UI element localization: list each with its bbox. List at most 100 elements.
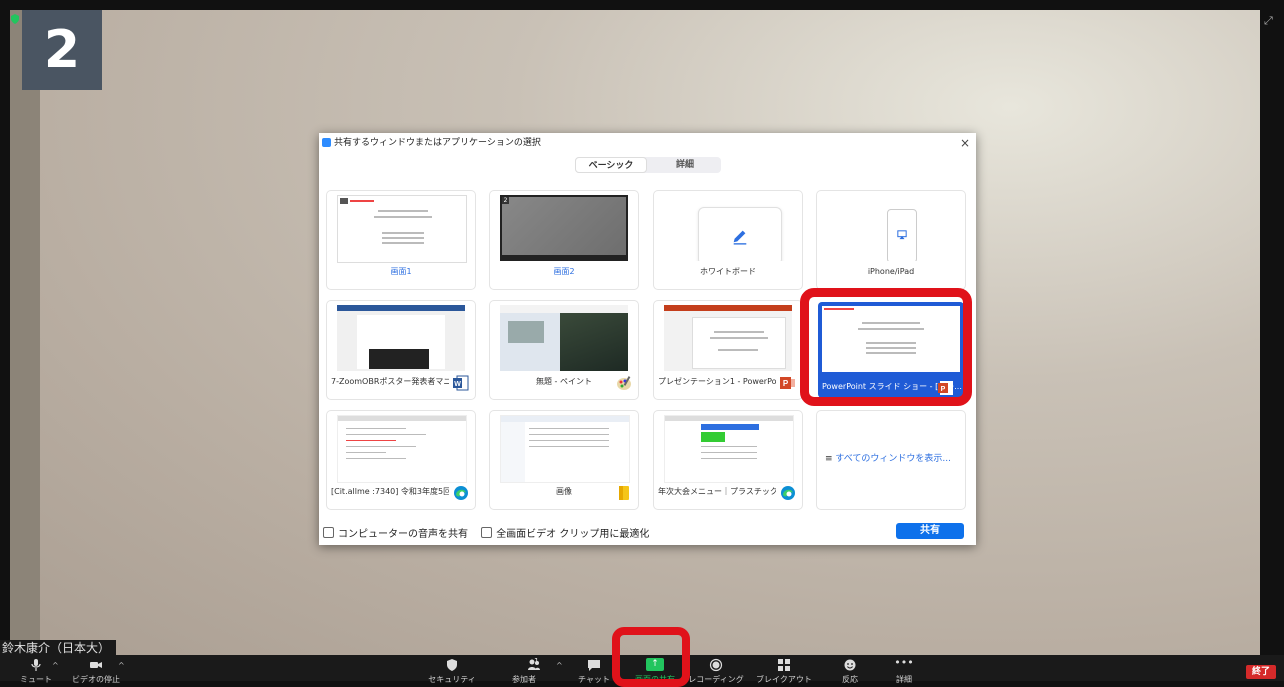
- chat-icon: [588, 660, 600, 671]
- share-tile-iphone-ipad[interactable]: iPhone/iPad: [816, 190, 966, 290]
- end-meeting-button[interactable]: 終了: [1246, 665, 1276, 679]
- microphone-icon: [31, 659, 41, 671]
- participants-chevron-icon[interactable]: ^: [556, 661, 563, 670]
- security-label: セキュリティ: [428, 675, 476, 684]
- share-screen-button[interactable]: ↑ 画面の共有: [627, 655, 683, 684]
- share-audio-label: コンピューターの音声を共有: [338, 529, 468, 540]
- edge-window-1-thumbnail: [337, 415, 467, 483]
- powerpoint-icon: P: [780, 377, 795, 389]
- meeting-toolbar: ミュート ^ ビデオの停止 ^ セキュリティ 1 参加者 ^ チャット ↑ 画面…: [0, 655, 1284, 684]
- mute-label: ミュート: [20, 675, 52, 684]
- tab-basic[interactable]: ベーシック: [575, 157, 647, 173]
- pencil-icon: [733, 230, 747, 245]
- screen-1-thumbnail: [337, 195, 467, 263]
- zoom-app-icon: [322, 138, 331, 147]
- share-audio-option[interactable]: コンピューターの音声を共有: [323, 525, 468, 540]
- share-tile-screen-2[interactable]: 2 画面2: [489, 190, 639, 290]
- iphone-ipad-thumbnail: [827, 195, 955, 261]
- more-label: 詳細: [896, 675, 912, 684]
- edge-icon: [781, 486, 795, 500]
- share-tile-edge-window-1[interactable]: [Cit.allme :7340] 令和3年度5回...: [326, 410, 476, 510]
- optimize-video-label: 全画面ビデオ クリップ用に最適化: [496, 529, 650, 540]
- record-button[interactable]: レコーディング: [688, 655, 744, 684]
- show-all-windows-link[interactable]: ≡ すべてのウィンドウを表示...: [825, 451, 951, 464]
- edge-window-2-thumbnail: [664, 415, 794, 483]
- paint-window-thumbnail: [500, 305, 628, 371]
- participant-name-label: 鈴木康介（日本大）: [0, 640, 117, 656]
- share-tile-powerpoint-slideshow[interactable]: PowerPoint スライド ショー - [プレ... P: [816, 300, 966, 400]
- show-all-windows-label: すべてのウィンドウを表示...: [835, 454, 951, 464]
- reactions-label: 反応: [842, 675, 858, 684]
- step-number-badge: 2: [22, 10, 102, 90]
- stop-video-label: ビデオの停止: [72, 675, 120, 684]
- svg-text:P: P: [941, 386, 946, 393]
- screen-2-thumbnail: 2: [500, 195, 628, 261]
- tile-label: ホワイトボード: [700, 267, 756, 276]
- video-edge: [10, 10, 40, 655]
- word-window-thumbnail: [337, 305, 465, 371]
- share-screen-dialog: 共有するウィンドウまたはアプリケーションの選択 × ベーシック 詳細 画面1 2…: [319, 133, 976, 545]
- stop-video-button[interactable]: ビデオの停止: [68, 655, 124, 684]
- tile-label: 画像: [556, 487, 572, 496]
- participants-label: 参加者: [512, 675, 536, 684]
- share-options: コンピューターの音声を共有 全画面ビデオ クリップ用に最適化: [323, 525, 659, 541]
- share-tile-word-window[interactable]: 7-ZoomOBRポスター発表者マニュ... W: [326, 300, 476, 400]
- participants-count: 1: [534, 657, 540, 666]
- paint-icon: [617, 376, 631, 390]
- breakout-rooms-icon: [778, 659, 790, 671]
- share-audio-checkbox[interactable]: [323, 527, 334, 538]
- whiteboard-thumbnail: [664, 195, 792, 261]
- share-tile-edge-window-2[interactable]: 年次大会メニュー｜プラスチック成...: [653, 410, 803, 510]
- tile-label: 画面2: [553, 267, 575, 276]
- tile-label: プレゼンテーション1 - PowerPoint: [658, 377, 776, 386]
- share-screen-label: 画面の共有: [635, 675, 675, 684]
- share-tile-whiteboard[interactable]: ホワイトボード: [653, 190, 803, 290]
- powerpoint-icon: P: [938, 381, 953, 395]
- encryption-shield-icon[interactable]: [10, 14, 20, 24]
- powerpoint-window-thumbnail: [664, 305, 792, 371]
- breakout-rooms-button[interactable]: ブレイクアウトルーム: [756, 655, 812, 684]
- optimize-video-checkbox[interactable]: [481, 527, 493, 538]
- share-tile-powerpoint-window[interactable]: プレゼンテーション1 - PowerPoint P: [653, 300, 803, 400]
- svg-text:P: P: [783, 379, 789, 388]
- record-label: レコーディング: [688, 675, 744, 684]
- share-screen-arrow-icon: ↑: [646, 658, 664, 671]
- close-button[interactable]: ×: [960, 133, 970, 153]
- fullscreen-expand-icon[interactable]: ⤢: [1264, 14, 1276, 27]
- explorer-window-thumbnail: [500, 415, 630, 483]
- reactions-button[interactable]: 反応: [822, 655, 878, 684]
- tile-label: 年次大会メニュー｜プラスチック成...: [658, 487, 776, 496]
- emoji-icon: [844, 659, 856, 671]
- share-button[interactable]: 共有: [896, 523, 964, 539]
- chat-label: チャット: [578, 675, 610, 684]
- share-tile-explorer-window[interactable]: 画像: [489, 410, 639, 510]
- security-button[interactable]: セキュリティ: [424, 655, 480, 684]
- record-icon: [709, 658, 723, 672]
- optimize-video-option[interactable]: 全画面ビデオ クリップ用に最適化: [481, 525, 649, 540]
- video-camera-icon: [90, 662, 102, 668]
- edge-icon: [454, 486, 468, 500]
- breakout-rooms-label: ブレイクアウトルーム: [756, 675, 812, 684]
- tile-label: 画面1: [390, 267, 412, 276]
- more-button[interactable]: ••• 詳細: [876, 655, 932, 684]
- list-icon: ≡: [825, 454, 836, 464]
- tile-label: 無題 - ペイント: [536, 377, 592, 386]
- audio-options-chevron-icon[interactable]: ^: [52, 661, 59, 670]
- share-tile-screen-1[interactable]: 画面1: [326, 190, 476, 290]
- folder-icon: [619, 486, 629, 500]
- dialog-titlebar: 共有するウィンドウまたはアプリケーションの選択 ×: [319, 133, 976, 153]
- chat-button[interactable]: チャット: [566, 655, 622, 684]
- tile-label: 7-ZoomOBRポスター発表者マニュ...: [331, 377, 449, 386]
- share-mode-tabs: ベーシック 詳細: [575, 157, 721, 173]
- video-options-chevron-icon[interactable]: ^: [118, 661, 125, 670]
- svg-text:W: W: [454, 381, 461, 388]
- tab-advanced[interactable]: 詳細: [649, 157, 721, 173]
- more-dots-icon: •••: [894, 656, 914, 669]
- airplay-icon: [897, 230, 907, 240]
- tile-label: [Cit.allme :7340] 令和3年度5回...: [331, 487, 449, 496]
- share-tile-paint-window[interactable]: 無題 - ペイント: [489, 300, 639, 400]
- tile-label: iPhone/iPad: [867, 267, 915, 276]
- dialog-title: 共有するウィンドウまたはアプリケーションの選択: [334, 138, 541, 148]
- shield-icon: [447, 659, 457, 671]
- participants-button[interactable]: 1 参加者: [496, 655, 552, 684]
